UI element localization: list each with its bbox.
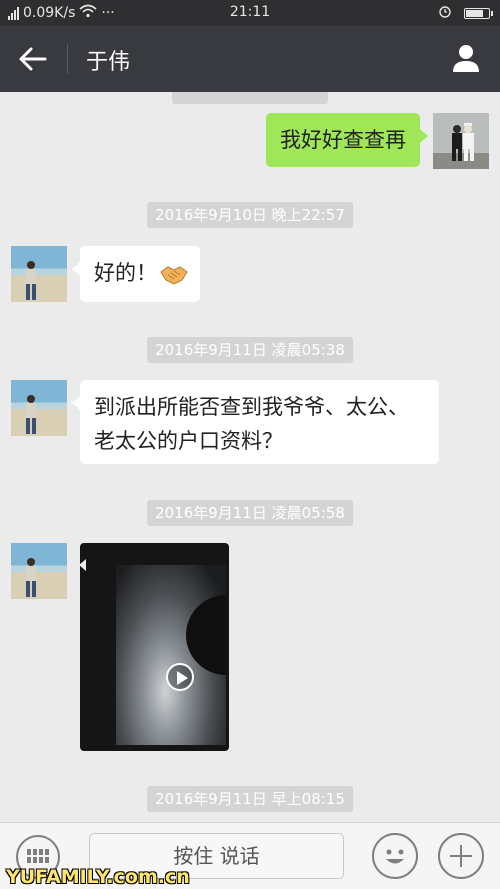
header-divider xyxy=(67,44,68,74)
chat-header: 于伟 xyxy=(0,26,500,92)
message-text-line: 到派出所能否查到我爷爷、太公、 xyxy=(94,395,409,419)
message-bubble-out[interactable]: 我好好查查再 xyxy=(266,113,428,167)
timestamp-partial xyxy=(172,92,328,104)
message-bubble-in[interactable]: 到派出所能否查到我爷爷、太公、 老太公的户口资料？ xyxy=(72,380,439,464)
contact-avatar[interactable] xyxy=(11,380,67,436)
play-icon[interactable] xyxy=(166,663,194,691)
contact-name: 于伟 xyxy=(86,50,131,75)
battery-icon xyxy=(464,7,493,19)
plus-icon[interactable] xyxy=(438,833,484,879)
watermark: YUFAMILY.com.cn xyxy=(6,866,190,888)
message-text: 我好好查查再 xyxy=(280,128,406,152)
chat-area[interactable]: 我好好查查再 2016年9月10日 晚上22:57 好的！ 2016年9月11日… xyxy=(0,92,500,822)
handshake-emoji-icon xyxy=(160,262,188,296)
message-text: 好的！ xyxy=(94,261,157,285)
person-icon[interactable] xyxy=(450,42,482,74)
timestamp: 2016年9月11日 凌晨05:38 xyxy=(147,337,353,363)
arrow-left-icon[interactable] xyxy=(18,46,48,72)
smiley-icon[interactable] xyxy=(372,833,418,879)
my-avatar[interactable] xyxy=(433,113,489,169)
message-bubble-in[interactable]: 好的！ xyxy=(72,246,200,302)
clock: 21:11 xyxy=(229,4,271,20)
contact-avatar[interactable] xyxy=(11,543,67,599)
contact-avatar[interactable] xyxy=(11,246,67,302)
alarm-icon xyxy=(438,4,452,22)
message-text-line: 老太公的户口资料？ xyxy=(94,429,283,453)
status-bar: 0.09K/s ··· 21:11 xyxy=(0,0,500,26)
timestamp: 2016年9月11日 早上08:15 xyxy=(147,786,353,812)
timestamp: 2016年9月10日 晚上22:57 xyxy=(147,202,353,228)
timestamp: 2016年9月11日 凌晨05:58 xyxy=(147,500,353,526)
video-thumbnail xyxy=(116,565,226,745)
video-message[interactable] xyxy=(80,543,229,751)
